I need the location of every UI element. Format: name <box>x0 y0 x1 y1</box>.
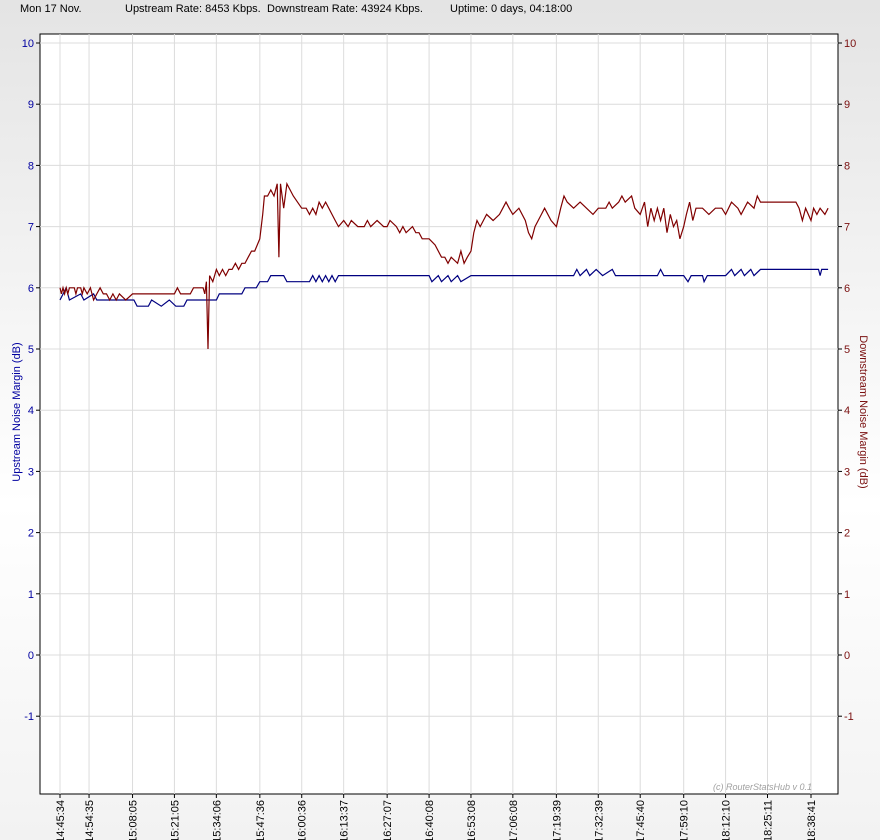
x-tick-label: 18:12:10 <box>721 800 733 840</box>
y-tick-label-right: 5 <box>844 344 850 356</box>
x-tick-label: 15:47:36 <box>255 800 267 840</box>
credit-text: (c) RouterStatsHub v 0.1 <box>713 782 812 792</box>
x-tick-label: 18:38:41 <box>806 800 818 840</box>
y-tick-label-right: 6 <box>844 283 850 295</box>
y-tick-label-left: -1 <box>24 711 34 723</box>
x-tick-label: 17:06:08 <box>508 800 520 840</box>
x-tick-label: 14:54:35 <box>84 800 96 840</box>
y-tick-label-right: -1 <box>844 711 854 723</box>
y-tick-label-left: 9 <box>28 99 34 111</box>
plot-area <box>39 33 839 795</box>
y-tick-label-left: 4 <box>28 405 34 417</box>
y-tick-label-left: 8 <box>28 160 34 172</box>
y-axis-left-label: Upstream Noise Margin (dB) <box>11 342 23 481</box>
x-tick-label: 16:13:37 <box>339 800 351 840</box>
x-tick-label: 15:34:06 <box>211 800 223 840</box>
x-tick-label: 18:25:11 <box>763 800 775 840</box>
y-tick-label-right: 7 <box>844 222 850 234</box>
x-tick-label: 17:32:39 <box>593 800 605 840</box>
y-tick-label-right: 1 <box>844 589 850 601</box>
y-tick-label-left: 7 <box>28 222 34 234</box>
y-tick-label-left: 6 <box>28 283 34 295</box>
y-tick-label-right: 0 <box>844 650 850 662</box>
y-tick-label-right: 9 <box>844 99 850 111</box>
x-tick-label: 17:59:10 <box>679 800 691 840</box>
y-tick-label-right: 4 <box>844 405 850 417</box>
x-tick-label: 16:27:07 <box>382 800 394 840</box>
x-tick-label: 14:45:34 <box>55 800 67 840</box>
y-tick-label-right: 2 <box>844 528 850 540</box>
x-tick-label: 16:00:36 <box>297 800 309 840</box>
y-tick-label-left: 5 <box>28 344 34 356</box>
x-tick-label: 16:53:08 <box>466 800 478 840</box>
y-tick-label-left: 2 <box>28 528 34 540</box>
y-axis-right-label: Downstream Noise Margin (dB) <box>857 335 869 488</box>
x-tick-label: 17:45:40 <box>635 800 647 840</box>
x-tick-label: 15:21:05 <box>169 800 181 840</box>
x-tick-label: 16:40:08 <box>424 800 436 840</box>
x-tick-label: 17:19:39 <box>551 800 563 840</box>
y-tick-label-left: 10 <box>22 38 34 50</box>
y-tick-label-right: 8 <box>844 160 850 172</box>
x-tick-label: 15:08:05 <box>128 800 140 840</box>
y-tick-label-right: 10 <box>844 38 856 50</box>
y-tick-label-left: 0 <box>28 650 34 662</box>
y-tick-label-left: 1 <box>28 589 34 601</box>
noise-margin-chart: -1 -1 0 0 1 1 2 2 3 3 4 4 5 5 6 6 7 7 8 8 9 9 10 10 14:45:34 14:5… <box>11 33 869 840</box>
y-tick-label-right: 3 <box>844 466 850 478</box>
y-tick-label-left: 3 <box>28 466 34 478</box>
